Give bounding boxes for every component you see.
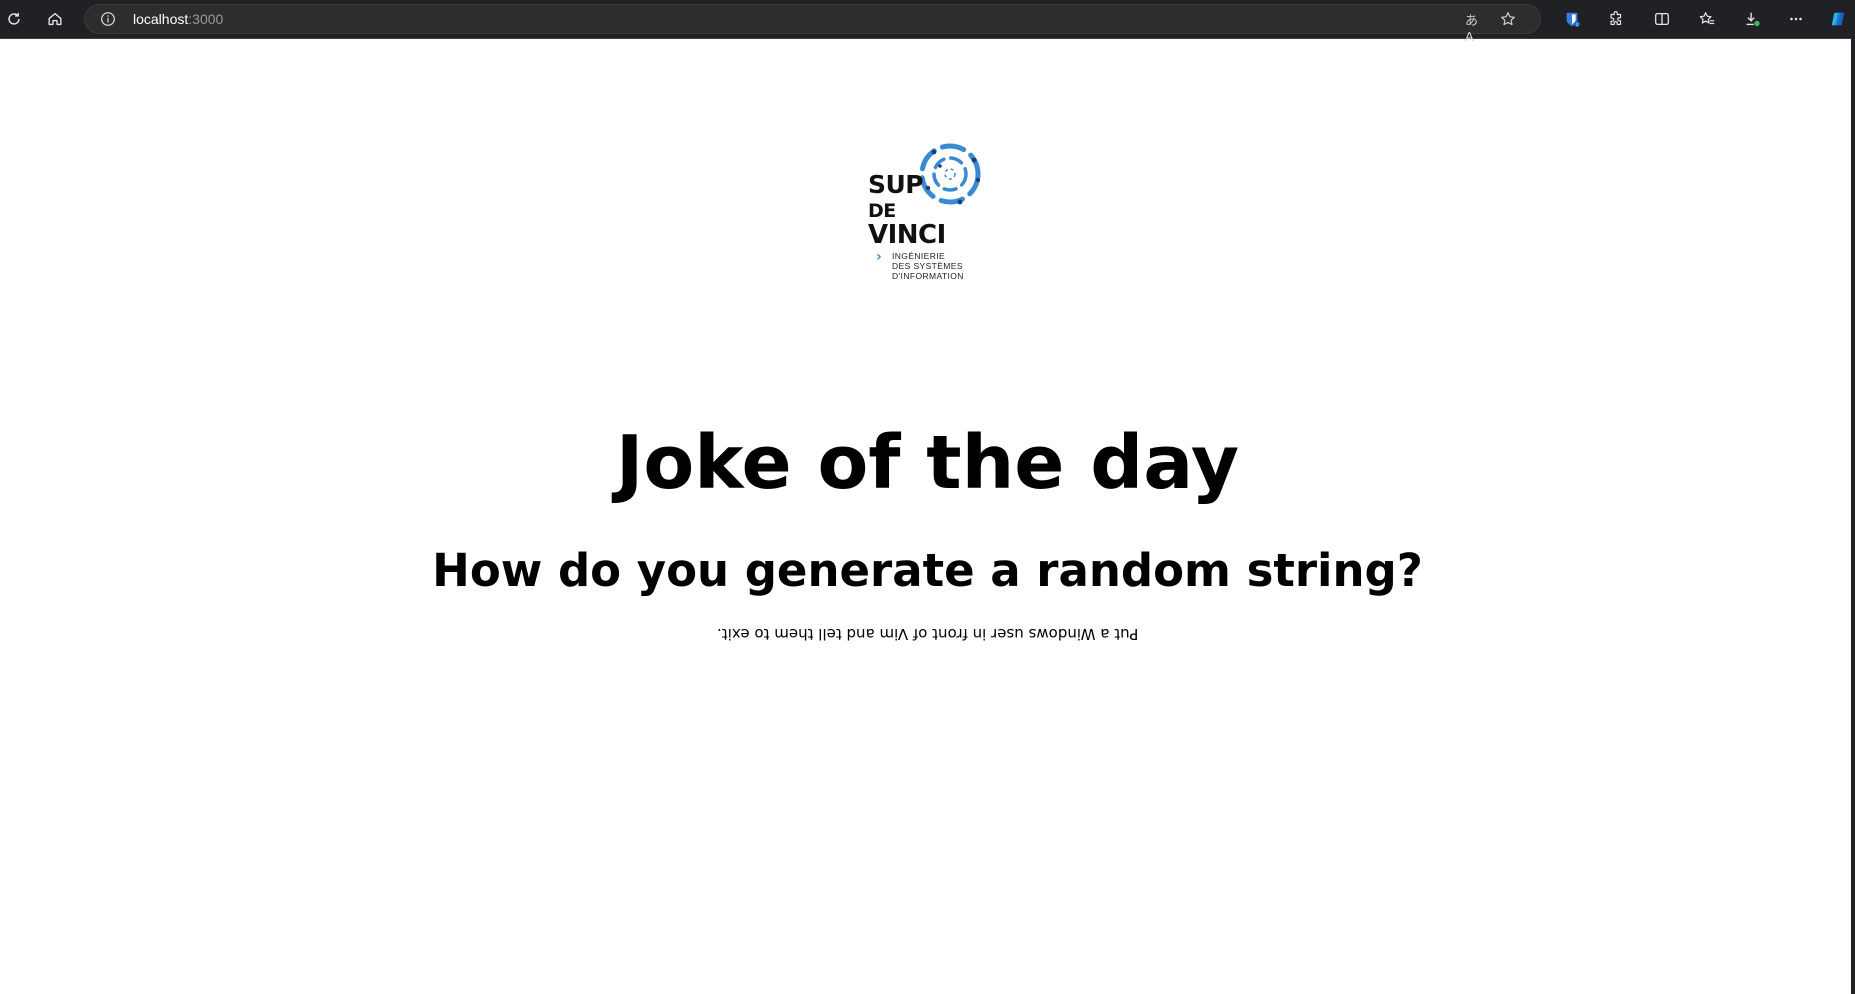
refresh-icon — [8, 12, 20, 25]
logo-text-sup: SUP — [868, 170, 924, 199]
address-bar[interactable]: localhost:3000 あA — [84, 4, 1541, 44]
logo-text-de: DE — [868, 200, 896, 222]
joke-answer-text: Put a Windows user in front of Vim and t… — [716, 625, 1139, 643]
copilot-button[interactable] — [1824, 5, 1852, 33]
home-button[interactable] — [41, 5, 69, 33]
extensions-icon — [1610, 11, 1622, 25]
window-edge — [1851, 38, 1855, 994]
downloads-button[interactable] — [1738, 5, 1766, 33]
url-host: localhost — [133, 11, 189, 27]
chevron-right-icon: › — [876, 249, 882, 265]
browser-toolbar: localhost:3000 あA 1 — [0, 0, 1855, 44]
site-info-icon[interactable] — [99, 10, 117, 28]
bitwarden-extension-button[interactable]: 1 — [1558, 5, 1586, 33]
extensions-button[interactable] — [1602, 5, 1630, 33]
favorites-button[interactable] — [1693, 5, 1721, 33]
sup-de-vinci-logo: SUP DE VINCI › INGÉNIERIE DES SYSTÈMES D… — [866, 137, 984, 283]
joke-answer: Put a Windows user in front of Vim and t… — [0, 623, 1855, 645]
favorite-star-icon[interactable] — [1499, 10, 1517, 28]
bitwarden-badge: 1 — [1576, 22, 1579, 28]
logo-tagline-3: D'INFORMATION — [892, 271, 964, 281]
url-text[interactable]: localhost:3000 — [133, 11, 223, 27]
refresh-button[interactable] — [0, 5, 28, 33]
split-screen-button[interactable] — [1648, 5, 1676, 33]
more-options-button[interactable] — [1782, 5, 1810, 33]
logo-tagline-2: DES SYSTÈMES — [892, 261, 963, 271]
copilot-icon — [1831, 12, 1845, 26]
more-icon — [1790, 17, 1802, 21]
page-title: Joke of the day — [615, 420, 1240, 506]
url-port: :3000 — [188, 11, 224, 27]
translate-icon[interactable]: あA — [1465, 10, 1483, 44]
logo-circle-icon — [919, 143, 981, 205]
logo-text-vinci: VINCI — [868, 220, 946, 250]
downloads-icon — [1746, 12, 1760, 27]
favorites-icon — [1699, 12, 1715, 25]
home-icon — [48, 12, 62, 26]
split-screen-icon — [1655, 12, 1669, 26]
logo-tagline-1: INGÉNIERIE — [892, 251, 946, 261]
joke-question: How do you generate a random string? — [432, 544, 1423, 597]
bitwarden-icon: 1 — [1566, 12, 1580, 28]
